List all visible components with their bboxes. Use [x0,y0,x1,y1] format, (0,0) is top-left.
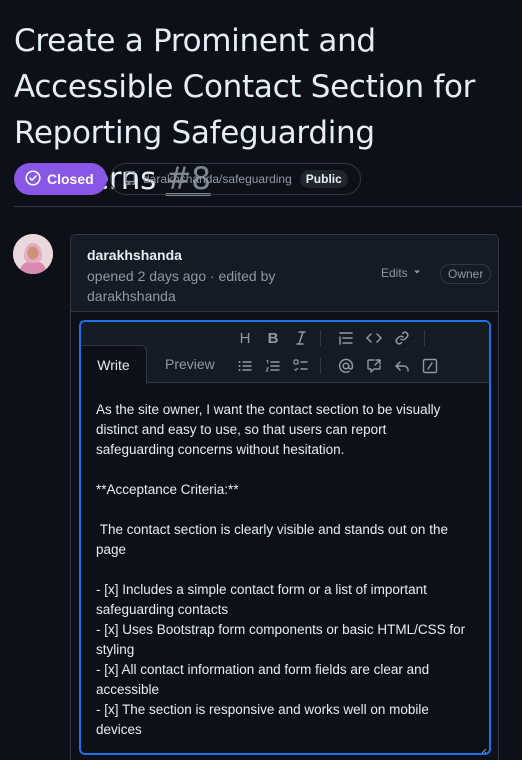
reference-icon[interactable] [365,357,383,375]
comment-meta: opened 2 days ago · edited by darakhshan… [87,268,276,304]
tab-write[interactable]: Write [81,345,147,384]
repo-name: darakhshanda/safeguarding [143,172,292,186]
italic-icon[interactable] [292,329,310,347]
edits-dropdown[interactable]: Edits [381,266,422,280]
comment-body-textarea[interactable]: As the site owner, I want the contact se… [96,400,466,740]
toolbar-divider [320,330,321,346]
unordered-list-icon[interactable] [236,357,254,375]
comment-editor: Write Preview H B As the site owner, I w… [79,320,491,755]
link-icon[interactable] [393,329,411,347]
role-badge: Owner [440,264,492,284]
saved-reply-icon[interactable] [393,357,411,375]
repo-icon [123,170,137,188]
toolbar-divider [424,330,425,346]
ordered-list-icon[interactable] [264,357,282,375]
comment-author[interactable]: darakhshanda [87,247,182,263]
tab-preview[interactable]: Preview [165,356,215,372]
resize-handle-icon[interactable] [479,743,487,753]
heading-icon[interactable]: H [236,329,254,347]
toolbar-divider [320,358,321,374]
mention-icon[interactable] [337,357,355,375]
slash-command-icon[interactable] [421,357,439,375]
issue-state-badge: Closed [14,163,107,195]
repo-pill[interactable]: darakhshanda/safeguarding Public [110,163,361,195]
issue-page: Create a Prominent and Accessible Contac… [0,0,522,760]
editor-header: Write Preview H B [81,322,489,384]
task-list-icon[interactable] [292,357,310,375]
bold-icon[interactable]: B [264,329,282,347]
avatar[interactable] [13,234,53,274]
comment-header: darakhshanda opened 2 days ago · edited … [71,235,498,312]
quote-icon[interactable] [337,329,355,347]
code-icon[interactable] [365,329,383,347]
edits-label: Edits [381,266,408,280]
closed-check-icon [25,169,41,189]
issue-state-label: Closed [47,171,94,187]
visibility-badge: Public [299,170,348,188]
header-divider [14,206,522,207]
chevron-down-icon [412,266,422,280]
